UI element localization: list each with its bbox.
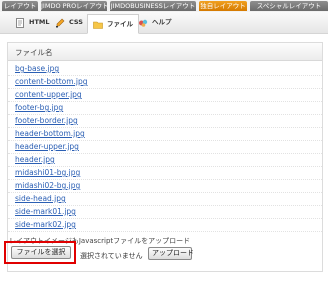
top-tab-bar: レイアウト JIMDO PROレイアウト JIMDOBUSINESSレイアウト … [0,0,328,12]
file-link[interactable]: content-upper.jpg [15,90,82,99]
list-item: content-upper.jpg [8,88,322,102]
list-item: footer-border.jpg [8,114,322,128]
list-item: bg-base.jpg [8,62,322,76]
file-link[interactable]: footer-bg.jpg [15,103,63,112]
tab-file-label: ファイル [107,20,133,28]
file-link[interactable]: midashi01-bg.jpg [15,168,80,177]
file-name-column-header: ファイル名 [8,43,322,61]
list-item: side-mark02.jpg [8,218,322,232]
list-item: content-bottom.jpg [8,75,322,89]
help-icon [138,18,148,28]
file-link[interactable]: midashi02-bg.jpg [15,181,80,190]
html-file-icon [15,17,25,28]
file-status-text: 選択されていません [80,252,143,260]
tab-help[interactable]: ヘルプ [133,14,177,31]
file-link[interactable]: side-mark02.jpg [15,220,76,229]
list-item: side-mark01.jpg [8,205,322,219]
tab-html[interactable]: HTML [10,14,54,31]
file-name-header-label: ファイル名 [15,48,53,57]
list-item: midashi02-bg.jpg [8,179,322,193]
top-tab-jimdo-pro-layout[interactable]: JIMDO PROレイアウト [41,1,107,11]
top-tab-jimdo-business-layout[interactable]: JIMDOBUSINESSレイアウト [110,1,196,11]
list-item: side-head.jpg [8,192,322,206]
list-item: header.jpg [8,153,322,167]
css-brush-icon [55,18,65,28]
tab-html-label: HTML [29,18,50,26]
tab-css[interactable]: CSS [50,14,88,31]
file-link[interactable]: bg-base.jpg [15,64,59,73]
file-link[interactable]: side-head.jpg [15,194,66,203]
file-link[interactable]: header-bottom.jpg [15,129,85,138]
top-tab-layout[interactable]: レイアウト [2,1,38,11]
upload-button[interactable]: アップロード [148,247,194,260]
list-item: midashi01-bg.jpg [8,166,322,180]
list-item: header-upper.jpg [8,140,322,154]
folder-icon [93,19,103,29]
file-link[interactable]: content-bottom.jpg [15,77,88,86]
choose-file-button[interactable]: ファイルを選択 [11,246,71,259]
tab-help-label: ヘルプ [152,18,172,26]
file-link[interactable]: header.jpg [15,155,55,164]
top-tab-custom-layout[interactable]: 独自レイアウト [199,1,247,11]
tab-css-label: CSS [69,18,83,26]
list-item: footer-bg.jpg [8,101,322,115]
file-link[interactable]: footer-border.jpg [15,116,78,125]
sub-tab-bar: HTML CSS ファイル ヘルプ [0,12,328,34]
top-tab-special-layout[interactable]: スペシャルレイアウト [250,1,328,11]
tab-file[interactable]: ファイル [87,14,139,34]
file-link[interactable]: side-mark01.jpg [15,207,76,216]
file-link[interactable]: header-upper.jpg [15,142,79,151]
list-item: header-bottom.jpg [8,127,322,141]
